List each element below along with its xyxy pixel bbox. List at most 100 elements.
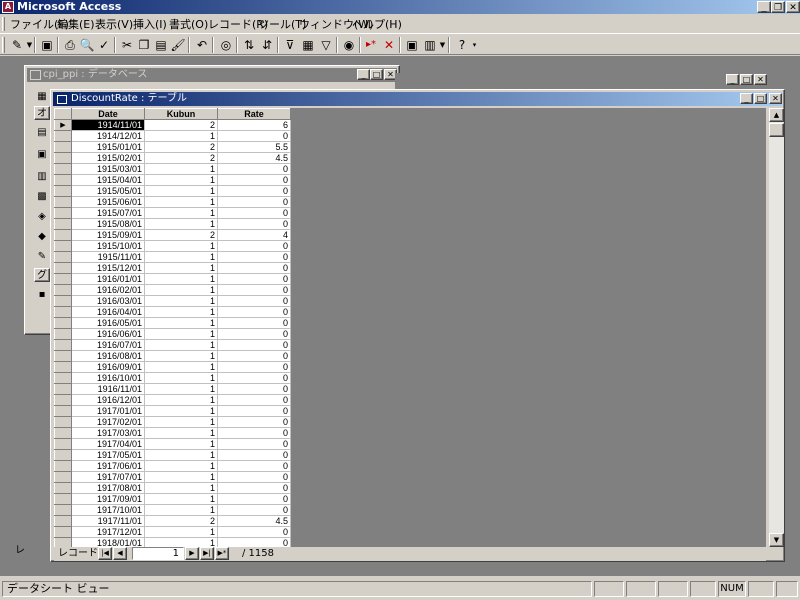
kubun-cell[interactable]: 1 <box>144 372 218 384</box>
record-selector[interactable] <box>54 174 72 186</box>
rate-cell[interactable]: 0 <box>217 438 291 450</box>
record-selector[interactable] <box>54 449 72 461</box>
undo-icon[interactable]: ↶ <box>193 36 211 54</box>
filter-by-form-icon[interactable]: ▦ <box>299 36 317 54</box>
close-button[interactable]: ✕ <box>786 1 800 13</box>
kubun-cell[interactable]: 2 <box>144 229 218 241</box>
table-row[interactable]: 1916/01/01 1 0 <box>54 273 291 285</box>
kubun-cell[interactable]: 1 <box>144 174 218 186</box>
rate-cell[interactable]: 0 <box>217 383 291 395</box>
rate-cell[interactable]: 0 <box>217 394 291 406</box>
table-row[interactable]: 1918/01/01 1 0 <box>54 537 291 547</box>
forms-icon[interactable]: ▥ <box>34 170 50 184</box>
date-cell[interactable]: 1917/02/01 <box>71 416 145 428</box>
table-close-button[interactable]: ✕ <box>769 93 782 104</box>
date-cell[interactable]: 1917/09/01 <box>71 493 145 505</box>
table-row[interactable]: 1917/04/01 1 0 <box>54 438 291 450</box>
kubun-cell[interactable]: 1 <box>144 251 218 263</box>
record-selector[interactable] <box>54 350 72 362</box>
table-row[interactable]: 1917/10/01 1 0 <box>54 504 291 516</box>
kubun-cell[interactable]: 2 <box>144 152 218 164</box>
record-number-field[interactable]: 1 <box>132 547 184 560</box>
date-cell[interactable]: 1915/03/01 <box>71 163 145 175</box>
date-cell[interactable]: 1915/05/01 <box>71 185 145 197</box>
table-row[interactable]: 1916/07/01 1 0 <box>54 339 291 351</box>
kubun-cell[interactable]: 1 <box>144 416 218 428</box>
kubun-cell[interactable]: 1 <box>144 438 218 450</box>
select-all-corner[interactable] <box>54 108 72 120</box>
rate-cell[interactable]: 0 <box>217 416 291 428</box>
db-minimize-button[interactable]: _ <box>357 69 370 80</box>
record-selector[interactable] <box>54 306 72 318</box>
record-selector[interactable] <box>54 427 72 439</box>
queries-icon[interactable]: ▣ <box>34 148 50 162</box>
record-selector[interactable] <box>54 229 72 241</box>
rate-cell[interactable]: 0 <box>217 526 291 538</box>
date-cell[interactable]: 1917/06/01 <box>71 460 145 472</box>
groups-tab[interactable]: グ <box>34 268 50 282</box>
date-cell[interactable]: 1917/12/01 <box>71 526 145 538</box>
kubun-cell[interactable]: 1 <box>144 306 218 318</box>
record-selector[interactable] <box>54 537 72 547</box>
record-selector[interactable] <box>54 295 72 307</box>
previous-record-button[interactable]: ◀ <box>113 547 127 560</box>
menu-help[interactable]: ヘルプ(H) <box>350 17 404 32</box>
view-dropdown-icon[interactable]: ▼ <box>26 36 33 54</box>
kubun-cell[interactable]: 1 <box>144 218 218 230</box>
date-cell[interactable]: 1914/12/01 <box>71 130 145 142</box>
table-window[interactable]: DiscountRate : テーブル _ □ ✕ Date Kubun Rat… <box>50 89 785 562</box>
rate-cell[interactable]: 0 <box>217 350 291 362</box>
table-row[interactable]: 1915/02/01 2 4.5 <box>54 152 291 164</box>
rate-cell[interactable]: 4.5 <box>217 152 291 164</box>
table-row[interactable]: ▶ 1914/11/01 2 6 <box>54 119 291 131</box>
favorites-icon[interactable]: ▪ <box>34 288 50 302</box>
record-selector[interactable] <box>54 405 72 417</box>
bg-minimize-button[interactable]: _ <box>726 74 739 85</box>
table-row[interactable]: 1916/11/01 1 0 <box>54 383 291 395</box>
record-selector[interactable] <box>54 130 72 142</box>
kubun-cell[interactable]: 1 <box>144 449 218 461</box>
date-cell[interactable]: 1916/04/01 <box>71 306 145 318</box>
rate-cell[interactable]: 0 <box>217 163 291 175</box>
reports-icon[interactable]: ▩ <box>34 190 50 204</box>
rate-cell[interactable]: 0 <box>217 273 291 285</box>
kubun-cell[interactable]: 1 <box>144 240 218 252</box>
format-painter-icon[interactable]: 🖌 <box>169 36 187 54</box>
table-minimize-button[interactable]: _ <box>740 93 753 104</box>
record-selector[interactable] <box>54 207 72 219</box>
design-view-icon[interactable]: ✎ <box>8 36 26 54</box>
column-header-date[interactable]: Date <box>71 108 145 120</box>
table-row[interactable]: 1916/09/01 1 0 <box>54 361 291 373</box>
table-row[interactable]: 1915/10/01 1 0 <box>54 240 291 252</box>
table-row[interactable]: 1916/08/01 1 0 <box>54 350 291 362</box>
table-row[interactable]: 1916/10/01 1 0 <box>54 372 291 384</box>
date-cell[interactable]: 1917/04/01 <box>71 438 145 450</box>
kubun-cell[interactable]: 1 <box>144 427 218 439</box>
table-row[interactable]: 1916/03/01 1 0 <box>54 295 291 307</box>
record-selector[interactable] <box>54 438 72 450</box>
rate-cell[interactable]: 0 <box>217 471 291 483</box>
kubun-cell[interactable]: 1 <box>144 482 218 494</box>
rate-cell[interactable]: 0 <box>217 493 291 505</box>
table-row[interactable]: 1915/06/01 1 0 <box>54 196 291 208</box>
toolbar-grip[interactable] <box>2 37 5 53</box>
rate-cell[interactable]: 0 <box>217 482 291 494</box>
record-selector[interactable] <box>54 262 72 274</box>
rate-cell[interactable]: 0 <box>217 130 291 142</box>
record-selector[interactable] <box>54 152 72 164</box>
db-new-icon[interactable]: ▦ <box>34 90 50 104</box>
menu-format[interactable]: 書式(O) <box>167 17 210 32</box>
kubun-cell[interactable]: 1 <box>144 504 218 516</box>
rate-cell[interactable]: 0 <box>217 537 291 547</box>
table-row[interactable]: 1917/03/01 1 0 <box>54 427 291 439</box>
date-cell[interactable]: 1916/10/01 <box>71 372 145 384</box>
date-cell[interactable]: 1916/12/01 <box>71 394 145 406</box>
kubun-cell[interactable]: 1 <box>144 207 218 219</box>
rate-cell[interactable]: 0 <box>217 207 291 219</box>
menu-insert[interactable]: 挿入(I) <box>131 17 169 32</box>
date-cell[interactable]: 1916/05/01 <box>71 317 145 329</box>
date-cell[interactable]: 1915/11/01 <box>71 251 145 263</box>
record-selector[interactable] <box>54 526 72 538</box>
menu-view[interactable]: 表示(V) <box>93 17 135 32</box>
date-cell[interactable]: 1915/12/01 <box>71 262 145 274</box>
